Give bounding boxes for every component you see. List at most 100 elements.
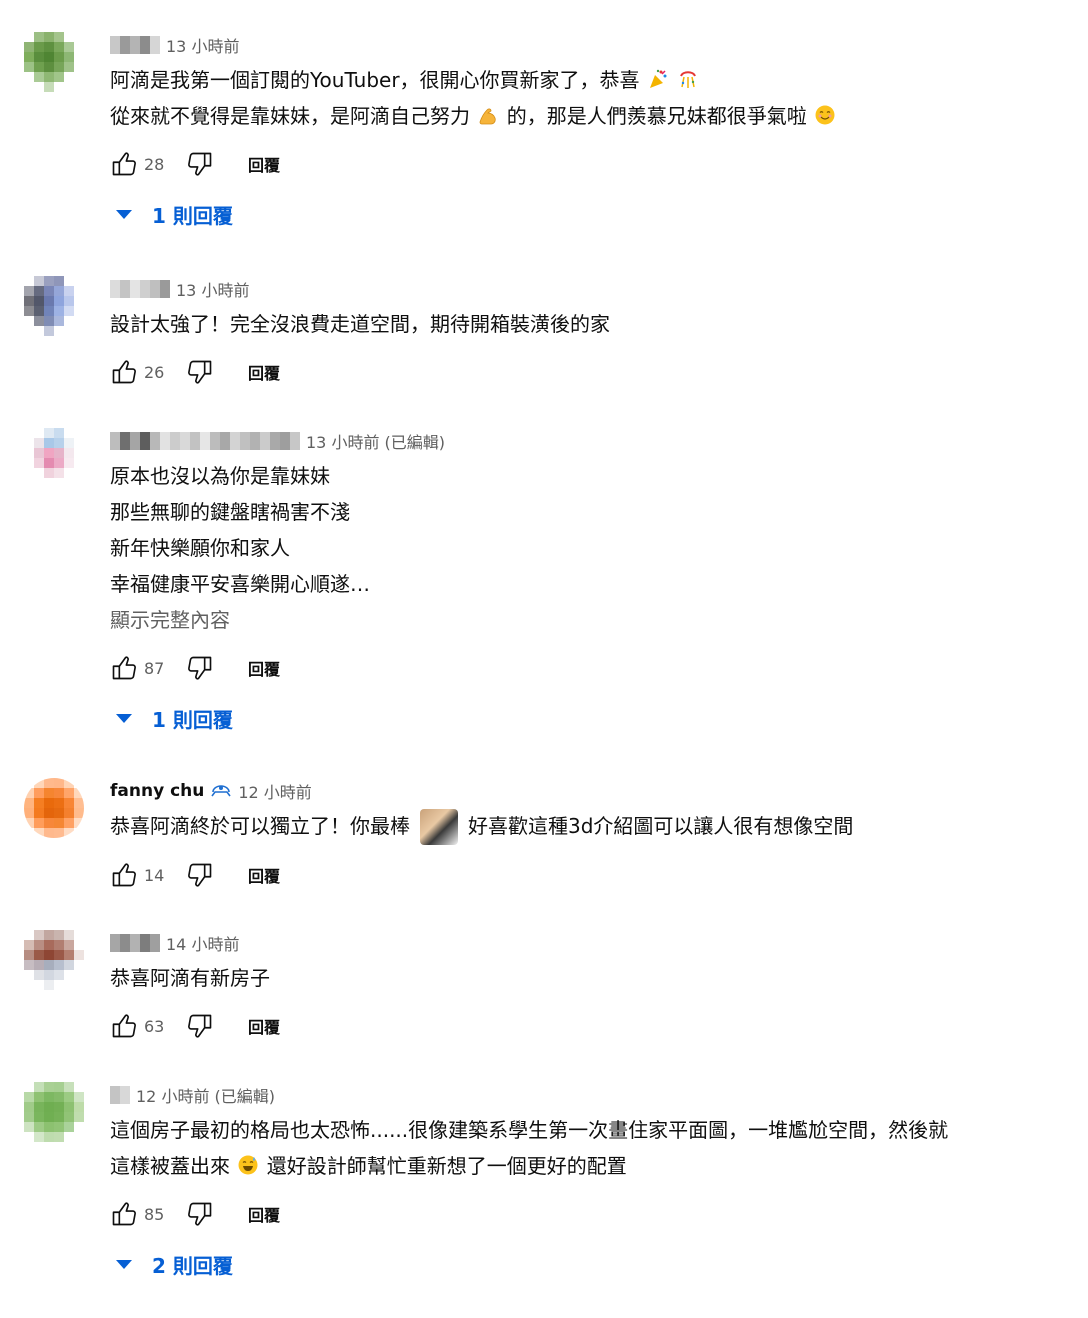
like-button[interactable] [106, 857, 142, 893]
author-name[interactable]: fanny chu [110, 781, 204, 801]
avatar-pixel [44, 478, 54, 488]
mosaic-block [140, 934, 150, 952]
avatar-pixel [24, 326, 34, 336]
reply-button[interactable]: 回覆 [248, 360, 280, 384]
like-count: 87 [144, 658, 165, 678]
avatar-pixel [74, 62, 84, 72]
avatar-pixel [74, 32, 84, 42]
avatar-pixel [44, 818, 54, 828]
like-button[interactable] [106, 1196, 142, 1232]
comment-text: 恭喜阿滴終於可以獨立了！你最棒 好喜歡這種3d介紹圖可以讓人很有想像空間 [110, 808, 1048, 845]
comment-time[interactable]: 14 小時前 [166, 931, 239, 955]
comment-line-tail: 還好設計師幫忙重新想了一個更好的配置 [266, 1154, 627, 1178]
dislike-button[interactable] [182, 1196, 218, 1232]
avatar-pixel [34, 316, 44, 326]
mosaic-block [290, 432, 300, 450]
dislike-button[interactable] [182, 354, 218, 390]
avatar-pixel [54, 438, 64, 448]
avatar-pixel [54, 62, 64, 72]
author-name-redacted[interactable] [110, 36, 160, 54]
avatar-pixel [74, 468, 84, 478]
dislike-button[interactable] [182, 857, 218, 893]
avatar-pixel [54, 970, 64, 980]
thumb-up-icon [110, 654, 138, 682]
view-replies-button[interactable]: 1 則回覆 [116, 196, 1048, 232]
comment-time[interactable]: 13 小時前 [176, 277, 249, 301]
comment-line: 好喜歡這種3d介紹圖可以讓人很有想像空間 [468, 814, 854, 838]
mosaic-block [230, 432, 240, 450]
avatar[interactable] [24, 1082, 84, 1142]
comment-line: 恭喜阿滴有新房子 [110, 966, 270, 990]
avatar-pixel [74, 286, 84, 296]
reply-button[interactable]: 回覆 [248, 1202, 280, 1226]
avatar-pixel [24, 970, 34, 980]
thumb-up-icon [110, 1012, 138, 1040]
avatar-pixel [24, 276, 34, 286]
avatar[interactable] [24, 778, 84, 838]
avatar-pixel [74, 72, 84, 82]
author-name-redacted[interactable] [110, 934, 160, 952]
mosaic-block [250, 432, 260, 450]
avatar-pixel [64, 42, 74, 52]
avatar-pixel [44, 1082, 54, 1092]
caret-down-icon [116, 1259, 132, 1269]
author-name-redacted[interactable] [110, 432, 300, 450]
avatar-pixel [54, 1112, 64, 1122]
avatar-pixel [34, 778, 44, 788]
thumb-up-icon [110, 150, 138, 178]
reply-button[interactable]: 回覆 [248, 152, 280, 176]
avatar-pixel [54, 980, 64, 990]
show-more-button[interactable]: 顯示完整內容 [110, 602, 1048, 638]
reply-button[interactable]: 回覆 [248, 863, 280, 887]
avatar-pixel [64, 828, 74, 838]
comment-time[interactable]: 12 小時前 [238, 779, 311, 803]
dislike-button[interactable] [182, 146, 218, 182]
like-count: 26 [144, 362, 165, 382]
comment-time[interactable]: 13 小時前 (已編輯) [306, 429, 445, 453]
avatar[interactable] [24, 32, 84, 92]
comment-body: 13 小時前 設計太強了！完全沒浪費走道空間，期待開箱裝潢後的家 26 回覆 [110, 276, 1048, 390]
dislike-button[interactable] [182, 650, 218, 686]
avatar[interactable] [24, 930, 84, 990]
avatar-pixel [64, 1122, 74, 1132]
like-button[interactable] [106, 650, 142, 686]
avatar-pixel [24, 798, 34, 808]
avatar-pixel [74, 428, 84, 438]
comment-line: 原本也沒以為你是靠妹妹 [110, 464, 330, 488]
like-button[interactable] [106, 146, 142, 182]
avatar-pixel [74, 1132, 84, 1142]
avatar-pixel [54, 448, 64, 458]
like-button[interactable] [106, 1008, 142, 1044]
avatar-pixel [34, 1122, 44, 1132]
like-count: 14 [144, 865, 165, 885]
avatar-pixel [34, 276, 44, 286]
avatar-pixel [74, 326, 84, 336]
avatar-pixel [24, 808, 34, 818]
avatar-pixel [24, 82, 34, 92]
avatar[interactable] [24, 428, 84, 488]
avatar-pixel [74, 276, 84, 286]
comment-time[interactable]: 13 小時前 [166, 33, 239, 57]
avatar-pixel [34, 82, 44, 92]
avatar-pixel [54, 818, 64, 828]
author-name-redacted[interactable] [110, 1086, 130, 1104]
avatar-pixel [24, 478, 34, 488]
like-button[interactable] [106, 354, 142, 390]
dislike-button[interactable] [182, 1008, 218, 1044]
avatar-pixel [54, 296, 64, 306]
avatar-pixel [54, 286, 64, 296]
view-replies-button[interactable]: 2 則回覆 [116, 1246, 1048, 1282]
avatar-pixel [24, 818, 34, 828]
comment-time[interactable]: 12 小時前 (已編輯) [136, 1083, 275, 1107]
reply-button[interactable]: 回覆 [248, 656, 280, 680]
avatar-pixel [24, 32, 34, 42]
avatar-pixel [54, 808, 64, 818]
avatar-pixel [44, 1092, 54, 1102]
author-name-redacted[interactable] [110, 280, 170, 298]
comment-meta: 12 小時前 (已編輯) [110, 1082, 1048, 1108]
comment-meta: 13 小時前 [110, 276, 1048, 302]
view-replies-button[interactable]: 1 則回覆 [116, 700, 1048, 736]
reply-button[interactable]: 回覆 [248, 1014, 280, 1038]
avatar-pixel [44, 458, 54, 468]
avatar[interactable] [24, 276, 84, 336]
